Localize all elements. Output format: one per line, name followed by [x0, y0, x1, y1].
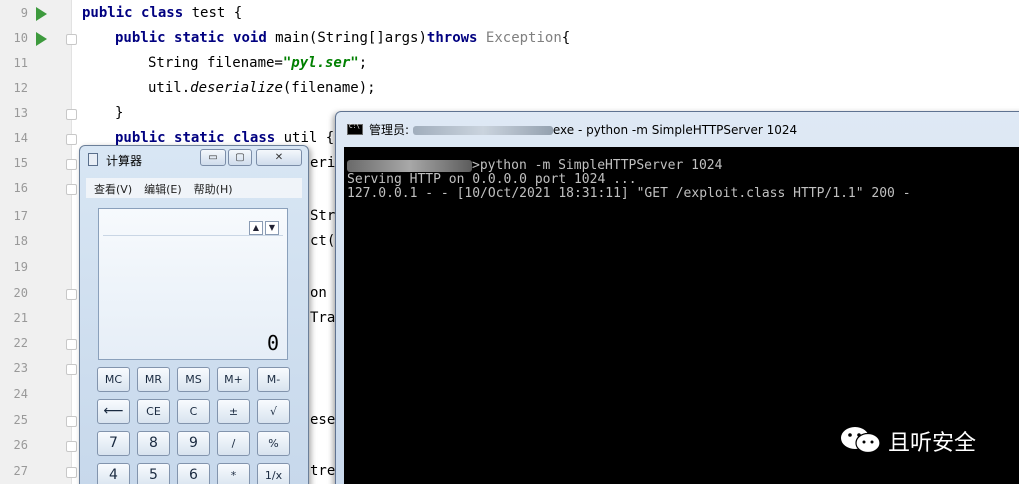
line-number: 18	[13, 234, 28, 248]
code-text: String filename="pyl.ser";	[148, 55, 368, 71]
console-line: >python -m SimpleHTTPServer 1024	[347, 159, 722, 173]
line-number: 9	[20, 6, 28, 20]
code-line: 12 util.deserialize(filename);	[0, 76, 1019, 101]
calculator-title: 计算器	[106, 154, 143, 168]
line-number: 21	[13, 311, 28, 325]
line-number: 11	[13, 56, 28, 70]
code-text: Str	[310, 208, 336, 224]
key-reciprocal[interactable]: 1/x	[257, 463, 290, 484]
close-button[interactable]: ✕	[256, 149, 302, 166]
fold-icon[interactable]	[66, 109, 77, 120]
redacted-path	[412, 126, 553, 135]
key-7[interactable]: 7	[97, 431, 130, 456]
key-mc[interactable]: MC	[97, 367, 130, 392]
code-text: public class test {	[82, 5, 243, 21]
key-8[interactable]: 8	[137, 431, 170, 456]
line-number: 12	[13, 81, 28, 95]
calculator-menubar: 查看(V) 编辑(E) 帮助(H)	[86, 178, 302, 198]
key-m-plus[interactable]: M+	[217, 367, 250, 392]
code-text: public static void main(String[]args)thr…	[115, 30, 571, 46]
cmd-title[interactable]: 管理员: exe - python -m SimpleHTTPServer 10…	[369, 121, 797, 138]
line-number: 27	[13, 464, 28, 478]
calculator-window[interactable]: 计算器 ▭ ▢ ✕ 查看(V) 编辑(E) 帮助(H) ▲ ▼ 0 MC MR MS …	[79, 145, 309, 484]
fold-icon[interactable]	[66, 339, 77, 350]
line-number: 19	[13, 260, 28, 274]
key-5[interactable]: 5	[137, 463, 170, 484]
display-divider	[103, 235, 283, 236]
key-multiply[interactable]: *	[217, 463, 250, 484]
code-text: eri	[310, 155, 336, 171]
code-text: ct(	[310, 233, 336, 249]
maximize-button[interactable]: ▢	[228, 149, 252, 166]
cmd-title-prefix: 管理员:	[369, 123, 413, 137]
key-4[interactable]: 4	[97, 463, 130, 484]
line-number: 13	[13, 106, 28, 120]
fold-icon[interactable]	[66, 441, 77, 452]
menu-edit[interactable]: 编辑(E)	[136, 178, 186, 197]
code-text: ese	[310, 412, 336, 428]
watermark-text: 且听安全	[888, 431, 977, 456]
line-number: 22	[13, 336, 28, 350]
key-9[interactable]: 9	[177, 431, 210, 456]
redacted-prompt	[347, 159, 472, 172]
cmd-app-icon	[347, 123, 363, 135]
run-method-icon[interactable]	[36, 32, 47, 46]
code-line: 11 String filename="pyl.ser";	[0, 51, 1019, 76]
line-number: 25	[13, 413, 28, 427]
key-sqrt[interactable]: √	[257, 399, 290, 424]
line-number: 24	[13, 387, 28, 401]
calculator-display: ▲ ▼ 0	[98, 208, 288, 360]
run-class-icon[interactable]	[36, 7, 47, 21]
menu-view[interactable]: 查看(V)	[86, 178, 136, 197]
code-text: }	[115, 105, 124, 121]
console-line: Serving HTTP on 0.0.0.0 port 1024 ...	[347, 172, 637, 187]
key-plus-minus[interactable]: ±	[217, 399, 250, 424]
wechat-icon	[841, 427, 881, 454]
history-down-icon[interactable]: ▼	[265, 221, 279, 235]
line-number: 10	[13, 31, 28, 45]
key-percent[interactable]: %	[257, 431, 290, 456]
fold-icon[interactable]	[66, 467, 77, 478]
code-line: 9 public class test {	[0, 1, 1019, 26]
line-number: 20	[13, 286, 28, 300]
cmd-title-suffix: exe - python -m SimpleHTTPServer 1024	[552, 123, 798, 137]
key-mr[interactable]: MR	[137, 367, 170, 392]
key-divide[interactable]: /	[217, 431, 250, 456]
history-arrows: ▲ ▼	[247, 215, 279, 235]
calculator-titlebar[interactable]: 计算器 ▭ ▢ ✕	[80, 146, 308, 172]
display-value: 0	[266, 331, 279, 355]
code-text: tre	[310, 463, 336, 479]
line-number: 26	[13, 438, 28, 452]
fold-icon[interactable]	[66, 34, 77, 45]
fold-icon[interactable]	[66, 134, 77, 145]
key-c[interactable]: C	[177, 399, 210, 424]
minimize-button[interactable]: ▭	[200, 149, 226, 166]
history-up-icon[interactable]: ▲	[249, 221, 263, 235]
line-number: 15	[13, 156, 28, 170]
fold-icon[interactable]	[66, 364, 77, 375]
key-ms[interactable]: MS	[177, 367, 210, 392]
key-ce[interactable]: CE	[137, 399, 170, 424]
code-line: 10 public static void main(String[]args)…	[0, 26, 1019, 51]
line-number: 14	[13, 131, 28, 145]
menu-help[interactable]: 帮助(H)	[186, 178, 237, 197]
fold-icon[interactable]	[66, 289, 77, 300]
code-text: util.deserialize(filename);	[148, 80, 376, 96]
line-number: 16	[13, 181, 28, 195]
code-text: Tra	[310, 310, 336, 326]
key-6[interactable]: 6	[177, 463, 210, 484]
key-backspace[interactable]: ⟵	[97, 399, 130, 424]
fold-icon[interactable]	[66, 159, 77, 170]
line-number: 17	[13, 209, 28, 223]
code-text: on	[310, 285, 327, 301]
calculator-app-icon	[88, 153, 98, 166]
line-number: 23	[13, 361, 28, 375]
console-line: 127.0.0.1 - - [10/Oct/2021 18:31:11] "GE…	[347, 186, 911, 201]
key-m-minus[interactable]: M-	[257, 367, 290, 392]
fold-icon[interactable]	[66, 184, 77, 195]
fold-icon[interactable]	[66, 416, 77, 427]
